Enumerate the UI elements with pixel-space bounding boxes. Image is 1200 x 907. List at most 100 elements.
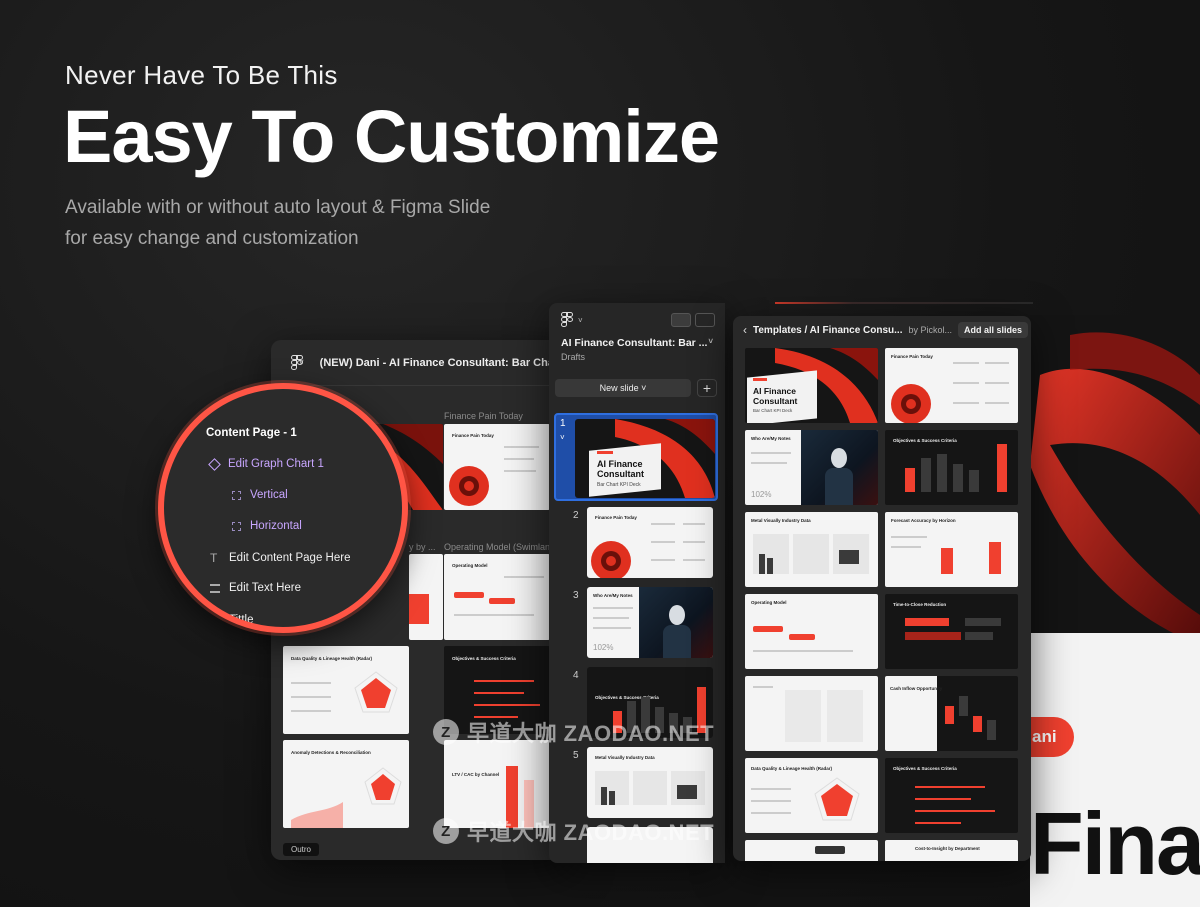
template-thumbnail[interactable]: Cost-to-Insight by Department	[885, 840, 1018, 861]
background-slide-big-title: Fina	[1030, 794, 1200, 893]
layer-label: Vertical	[250, 489, 288, 501]
slide-number: 2	[573, 510, 579, 521]
template-thumbnail[interactable]	[745, 676, 878, 751]
layer-label: Tittle	[229, 614, 254, 626]
template-thumbnail[interactable]: Who Are/My Notes 102%	[745, 430, 878, 505]
template-title: Cash Inflow Opportunity	[890, 686, 943, 691]
layer-item-edit-graph-chart[interactable]: Edit Graph Chart 1	[208, 457, 324, 471]
canvas-slide[interactable]	[409, 554, 443, 640]
template-thumbnail[interactable]: Metal Visually Industry Data	[745, 512, 878, 587]
slide-thumbnail: AI Finance Consultant Bar Chart KPI Deck	[575, 419, 715, 498]
canvas-slide[interactable]: Finance Pain Today	[444, 424, 550, 510]
template-title: Who Are/My Notes	[751, 436, 791, 441]
layout-icon	[210, 583, 220, 593]
cover-subtitle: Bar Chart KPI Deck	[753, 408, 793, 413]
slide-caption: y by ...	[409, 542, 436, 552]
list-view-icon[interactable]	[671, 313, 691, 327]
slide-number: 1	[560, 418, 566, 429]
layer-label: Horizontal	[250, 520, 302, 532]
layer-header[interactable]: Content Page - 1	[206, 427, 297, 439]
template-title: Objectives & Success Criteria	[893, 438, 957, 443]
slide-number: 4	[573, 670, 579, 681]
diamond-icon	[208, 457, 221, 471]
slide-title: Who Are/My Notes	[593, 593, 633, 598]
slide-thumbnail: Metal Visually Industry Data	[587, 747, 713, 818]
layer-item-tittle[interactable]: T Tittle	[210, 613, 254, 627]
slide-list-item-2[interactable]: 2 Finance Pain Today	[549, 507, 725, 583]
template-title: Operating Model	[751, 600, 787, 605]
templates-breadcrumb[interactable]: Templates / AI Finance Consu...	[753, 325, 902, 336]
templates-header: ‹ Templates / AI Finance Consu... by Pic…	[733, 316, 1031, 344]
canvas-slide[interactable]: Operating Model	[444, 554, 550, 640]
slides-panel-topbar: ˅	[549, 303, 725, 337]
abstract-red-shape	[1030, 332, 1200, 645]
background-slide-pill: ani	[1030, 717, 1074, 757]
template-title: Time-to-Close Reduction	[893, 602, 947, 607]
chevron-down-icon[interactable]: ˅	[578, 316, 583, 325]
watermark-text: 早道大咖 ZAODAO.NET	[467, 721, 715, 746]
new-slide-button[interactable]: New slide ˅	[555, 379, 691, 397]
slide-number: 5	[573, 750, 579, 761]
layer-label: Edit Content Page Here	[229, 552, 351, 564]
hero-title: Easy To Customize	[63, 95, 720, 178]
cover-subtitle: Bar Chart KPI Deck	[597, 482, 641, 488]
canvas-slide[interactable]: Anomaly Detections & Reconciliation	[283, 740, 409, 828]
frame-icon	[232, 490, 241, 500]
template-thumbnail[interactable]: Finance Pain Today	[885, 348, 1018, 423]
template-thumbnail[interactable]: Objectives & Success Criteria	[885, 758, 1018, 833]
templates-author: by Pickol...	[908, 325, 952, 335]
editor-topbar: ˅ (NEW) Dani - AI Finance Consultant: Ba…	[271, 340, 571, 386]
chevron-down-icon[interactable]: ˅	[708, 337, 713, 349]
slide-number: 3	[573, 590, 579, 601]
slide-title: Objectives & Success Criteria	[452, 656, 516, 661]
layer-item-edit-content-page[interactable]: T Edit Content Page Here	[210, 551, 350, 565]
watermark-logo-icon: Z	[433, 719, 459, 745]
add-slide-button[interactable]: +	[697, 379, 717, 397]
template-thumbnail[interactable]	[745, 840, 878, 861]
layer-item-vertical[interactable]: Vertical	[232, 489, 288, 501]
slide-list-item-5[interactable]: 5 Metal Visually Industry Data	[549, 747, 725, 823]
watermark-text: 早道大咖 ZAODAO.NET	[467, 820, 715, 845]
layer-header-label: Content Page - 1	[206, 427, 297, 439]
template-thumbnail[interactable]: Objectives & Success Criteria	[885, 430, 1018, 505]
add-all-slides-button[interactable]: Add all slides	[958, 322, 1029, 338]
slides-file-title-row[interactable]: AI Finance Consultant: Bar ... ˅	[549, 337, 725, 349]
slides-panel: ˅ AI Finance Consultant: Bar ... ˅ Draft…	[549, 303, 725, 863]
layer-item-edit-text[interactable]: Edit Text Here	[210, 582, 301, 594]
template-title: Objectives & Success Criteria	[893, 766, 957, 771]
cover-title: AI Finance Consultant	[753, 386, 798, 406]
layer-label: Edit Text Here	[229, 582, 302, 594]
back-chevron-icon[interactable]: ‹	[743, 323, 747, 337]
accent-line	[775, 302, 1033, 304]
template-thumbnail[interactable]: Operating Model	[745, 594, 878, 669]
slide-list-item-1[interactable]: 1 ˅ AI Finance Consultant Bar Chart KPI …	[554, 413, 718, 501]
layers-magnifier: Content Page - 1 Edit Graph Chart 1 Vert…	[158, 383, 408, 633]
template-thumbnail[interactable]: Data Quality & Lineage Health (Radar)	[745, 758, 878, 833]
template-thumbnail[interactable]: Forecast Accuracy by Horizon	[885, 512, 1018, 587]
slide-list-item-3[interactable]: 3 Who Are/My Notes 102%	[549, 587, 725, 663]
figma-logo-icon[interactable]	[561, 312, 573, 328]
watermark: Z 早道大咖 ZAODAO.NET	[433, 716, 714, 748]
watermark-logo-icon: Z	[433, 818, 459, 844]
chevron-down-icon[interactable]: ˅	[560, 433, 565, 442]
editor-file-title: (NEW) Dani - AI Finance Consultant: Bar …	[319, 356, 571, 369]
templates-panel: ‹ Templates / AI Finance Consu... by Pic…	[733, 316, 1031, 861]
hero-desc-line-1: Available with or without auto layout & …	[65, 197, 491, 218]
outro-section-label[interactable]: Outro	[283, 843, 320, 856]
slide-caption: Finance Pain Today	[444, 411, 523, 421]
background-slide: ani Fina	[1030, 315, 1200, 907]
template-thumbnail[interactable]: Time-to-Close Reduction	[885, 594, 1018, 669]
file-location: Drafts	[561, 352, 586, 362]
text-icon: T	[210, 551, 218, 565]
layer-item-horizontal[interactable]: Horizontal	[232, 520, 302, 532]
text-icon: T	[210, 613, 218, 627]
slide-title: Operating Model	[452, 563, 488, 568]
slide-thumbnail: Who Are/My Notes 102%	[587, 587, 713, 658]
canvas-slide[interactable]: Data Quality & Lineage Health (Radar)	[283, 646, 409, 734]
slides-file-title: AI Finance Consultant: Bar ...	[561, 337, 708, 349]
template-thumbnail[interactable]: Cash Inflow Opportunity	[885, 676, 1018, 751]
cover-title: AI Finance Consultant	[597, 459, 644, 479]
grid-view-icon[interactable]	[695, 313, 715, 327]
template-thumbnail[interactable]: AI Finance Consultant Bar Chart KPI Deck	[745, 348, 878, 423]
template-title: Metal Visually Industry Data	[751, 518, 811, 523]
